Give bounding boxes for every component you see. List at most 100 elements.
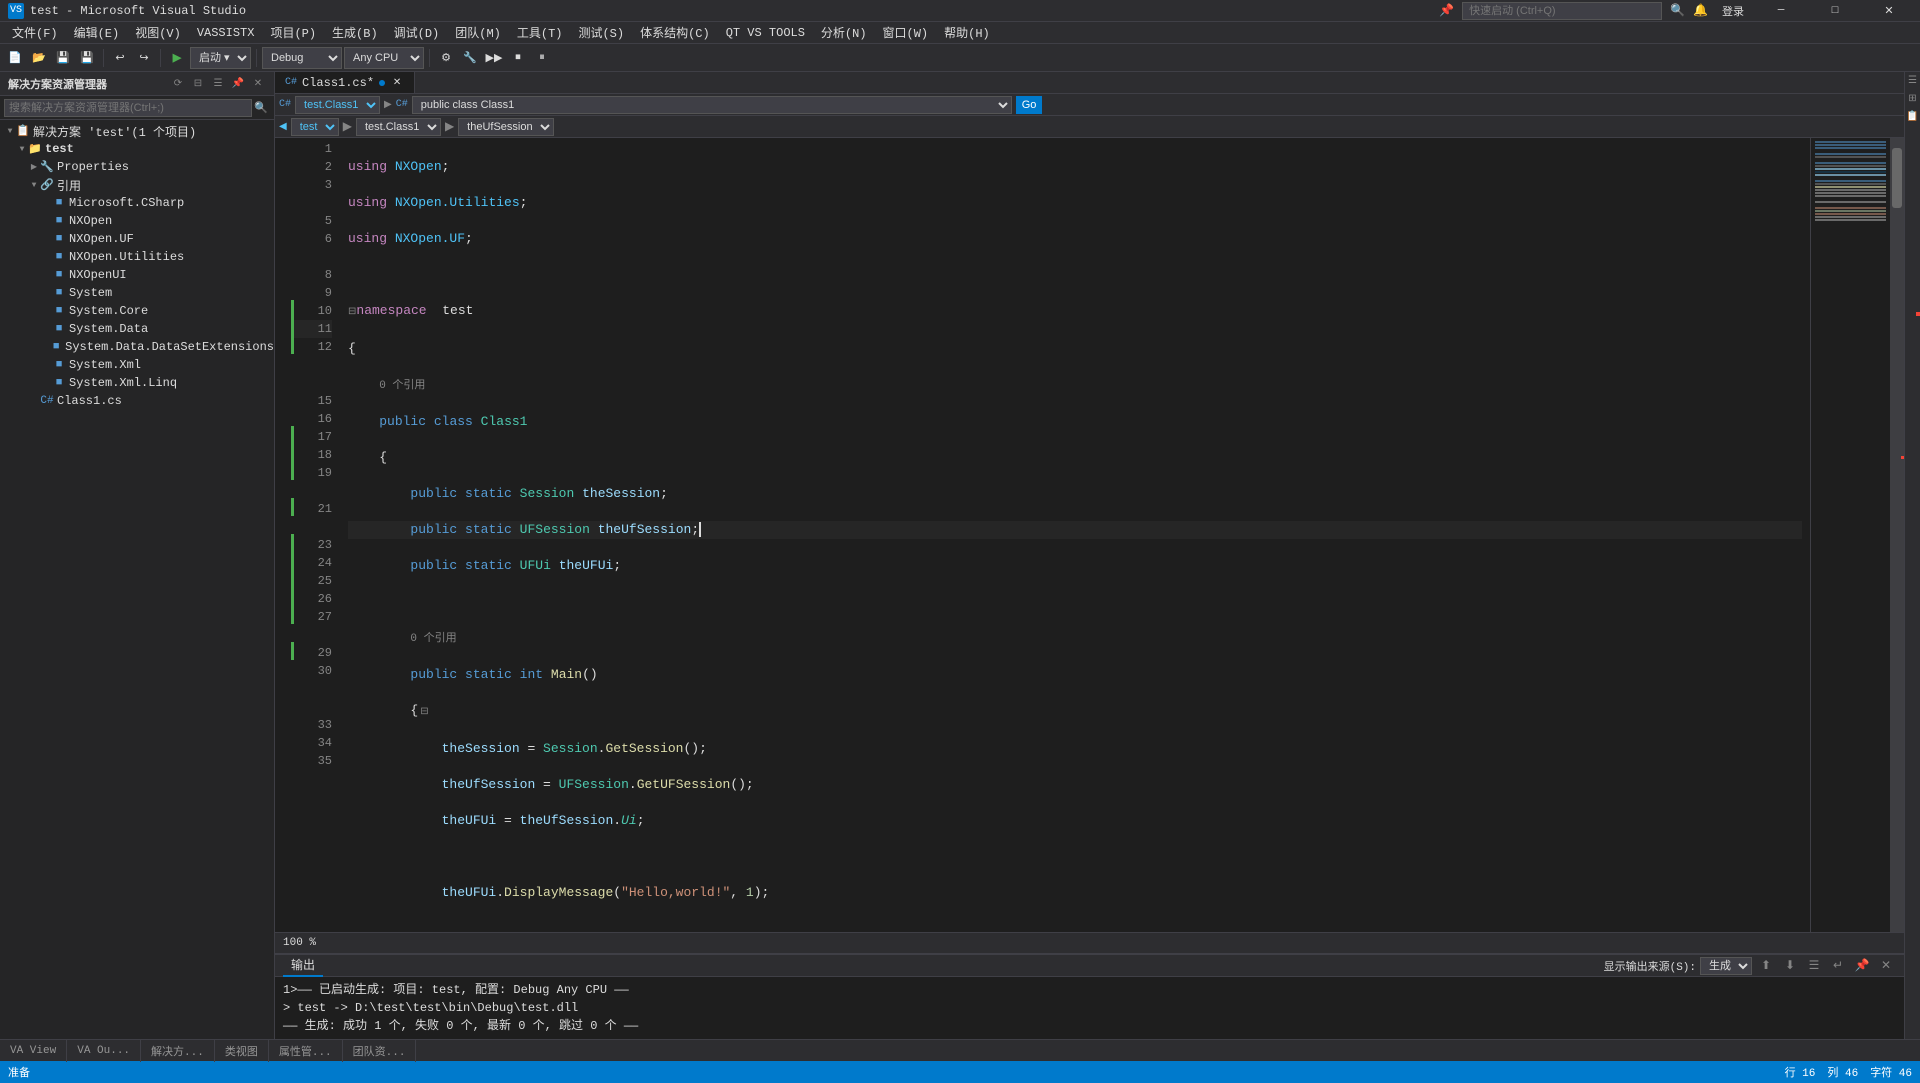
tree-item-system[interactable]: ▶ ■ System (0, 284, 274, 302)
code-content[interactable]: using NXOpen; using NXOpen.Utilities; us… (340, 138, 1810, 932)
open-btn[interactable]: 📂 (28, 47, 50, 69)
platform-dropdown[interactable]: Any CPU (344, 47, 424, 69)
bottom-tab-class-view[interactable]: 类视图 (215, 1040, 269, 1062)
search-input[interactable] (4, 99, 252, 117)
bottom-tab-team[interactable]: 团队资... (343, 1040, 417, 1062)
menu-tools[interactable]: 工具(T) (509, 22, 571, 43)
var-theUfSession-3: theUfSession (520, 813, 614, 828)
bottom-tab-solution[interactable]: 解决方... (141, 1040, 215, 1062)
tree-item-nxopen-uf[interactable]: ▶ ■ NXOpen.UF (0, 230, 274, 248)
bottom-tab-va-out[interactable]: VA Ou... (67, 1040, 141, 1062)
toolbar-extra-5[interactable]: ⏸ (531, 47, 553, 69)
tree-item-system-xml-linq[interactable]: ▶ ■ System.Xml.Linq (0, 374, 274, 392)
output-source-dropdown[interactable]: 生成 (1700, 957, 1752, 975)
pin-sidebar-icon[interactable]: 📌 (230, 76, 246, 92)
nav-class-dropdown[interactable]: test.Class1 (295, 96, 380, 114)
menu-project[interactable]: 项目(P) (262, 22, 324, 43)
tab-class1[interactable]: C# Class1.cs* ✕ (275, 72, 415, 93)
redo-btn[interactable]: ↪ (133, 47, 155, 69)
menu-test[interactable]: 测试(S) (570, 22, 632, 43)
inline-nav-member[interactable]: theUfSession (458, 118, 554, 136)
minimize-btn[interactable]: ─ (1758, 0, 1804, 22)
menu-file[interactable]: 文件(F) (4, 22, 66, 43)
close-btn[interactable]: ✕ (1866, 0, 1912, 22)
start-btn[interactable]: ▶ (166, 47, 188, 69)
references-label: 引用 (57, 177, 81, 194)
code-line-8: public class Class1 (348, 413, 1802, 431)
undo-btn[interactable]: ↩ (109, 47, 131, 69)
output-line-1: 1>—— 已启动生成: 项目: test, 配置: Debug Any CPU … (283, 981, 1896, 999)
tree-item-properties[interactable]: ▶ 🔧 Properties (0, 158, 274, 176)
scrollbar-thumb[interactable] (1892, 148, 1902, 208)
var-theUFUi: theUFUi (559, 558, 614, 573)
notification-icon[interactable]: 🔔 (1693, 3, 1708, 18)
tree-item-nxopen-utilities[interactable]: ▶ ■ NXOpen.Utilities (0, 248, 274, 266)
tree-item-class1[interactable]: ▶ C# Class1.cs (0, 392, 274, 410)
menu-vassistx[interactable]: VASSISTX (189, 24, 263, 42)
output-pin-btn[interactable]: 📌 (1852, 956, 1872, 976)
save-all-btn[interactable]: 💾 (76, 47, 98, 69)
config-dropdown[interactable]: Debug (262, 47, 342, 69)
inline-nav-class[interactable]: test.Class1 (356, 118, 441, 136)
new-btn[interactable]: 📄 (4, 47, 26, 69)
tree-item-nxopenui[interactable]: ▶ ■ NXOpenUI (0, 266, 274, 284)
tree-item-system-data-ext[interactable]: ▶ ■ System.Data.DataSetExtensions (0, 338, 274, 356)
tree-item-system-xml[interactable]: ▶ ■ System.Xml (0, 356, 274, 374)
sync-icon[interactable]: ⟳ (170, 76, 186, 92)
toolbar-extra-2[interactable]: 🔧 (459, 47, 481, 69)
nav-cs-icon: C# (279, 99, 291, 110)
save-btn[interactable]: 💾 (52, 47, 74, 69)
menu-analyze[interactable]: 分析(N) (813, 22, 875, 43)
output-close-btn[interactable]: ✕ (1876, 956, 1896, 976)
tree-item-system-core[interactable]: ▶ ■ System.Core (0, 302, 274, 320)
nav-go-btn[interactable]: Go (1016, 96, 1043, 114)
tab-close-btn[interactable]: ✕ (390, 76, 404, 90)
start-dropdown[interactable]: 启动 ▾ (190, 47, 251, 69)
output-down-btn[interactable]: ⬇ (1780, 956, 1800, 976)
properties-icon[interactable]: ☰ (210, 76, 226, 92)
bottom-tab-va-view[interactable]: VA View (0, 1040, 67, 1062)
menu-help[interactable]: 帮助(H) (936, 22, 998, 43)
status-col[interactable]: 列 46 (1827, 1064, 1858, 1080)
inline-nav-test[interactable]: test (291, 118, 339, 136)
menu-architecture[interactable]: 体系结构(C) (632, 22, 718, 43)
inline-nav-sep-2: ▶ (445, 119, 454, 134)
menu-window[interactable]: 窗口(W) (875, 22, 937, 43)
output-wrap-btn[interactable]: ↵ (1828, 956, 1848, 976)
code-line-2: using NXOpen.Utilities; (348, 194, 1802, 212)
linenum-12: 12 (294, 338, 332, 356)
vertical-scrollbar[interactable] (1890, 138, 1904, 932)
status-char[interactable]: 字符 46 (1870, 1064, 1912, 1080)
quick-search-input[interactable] (1462, 2, 1662, 20)
tree-item-test[interactable]: ▼ 📁 test (0, 140, 274, 158)
menu-build[interactable]: 生成(B) (324, 22, 386, 43)
menu-edit[interactable]: 编辑(E) (66, 22, 128, 43)
code-line-3: using NXOpen.UF; (348, 230, 1802, 248)
maximize-btn[interactable]: □ (1812, 0, 1858, 22)
collapse-all-icon[interactable]: ⊟ (190, 76, 206, 92)
menu-debug[interactable]: 调试(D) (386, 22, 448, 43)
toolbar-extra-1[interactable]: ⚙ (435, 47, 457, 69)
collapse-btn-main[interactable]: ⊟ (420, 707, 428, 718)
menu-view[interactable]: 视图(V) (127, 22, 189, 43)
bottom-tab-properties[interactable]: 属性管... (269, 1040, 343, 1062)
output-source-label: 显示输出来源(S): (1604, 958, 1696, 974)
menu-qt[interactable]: QT VS TOOLS (718, 24, 813, 42)
tree-item-solution[interactable]: ▼ 📋 解决方案 'test'(1 个项目) (0, 122, 274, 140)
nav-member-dropdown[interactable]: public class Class1 (412, 96, 1012, 114)
output-filter-btn[interactable]: ☰ (1804, 956, 1824, 976)
toolbar-extra-4[interactable]: ⏹ (507, 47, 529, 69)
status-line[interactable]: 行 16 (1785, 1064, 1816, 1080)
code-text: using NXOpen; using NXOpen.Utilities; us… (340, 138, 1810, 932)
output-up-btn[interactable]: ⬆ (1756, 956, 1776, 976)
login-btn[interactable]: 登录 (1716, 3, 1750, 19)
ref-icon: ■ (52, 268, 66, 282)
output-tab-build[interactable]: 输出 (283, 955, 323, 977)
toolbar-extra-3[interactable]: ▶▶ (483, 47, 505, 69)
menu-team[interactable]: 团队(M) (447, 22, 509, 43)
close-sidebar-icon[interactable]: ✕ (250, 76, 266, 92)
tree-item-system-data[interactable]: ▶ ■ System.Data (0, 320, 274, 338)
tree-item-microsoft-csharp[interactable]: ▶ ■ Microsoft.CSharp (0, 194, 274, 212)
tree-item-nxopen[interactable]: ▶ ■ NXOpen (0, 212, 274, 230)
tree-item-references[interactable]: ▼ 🔗 引用 (0, 176, 274, 194)
